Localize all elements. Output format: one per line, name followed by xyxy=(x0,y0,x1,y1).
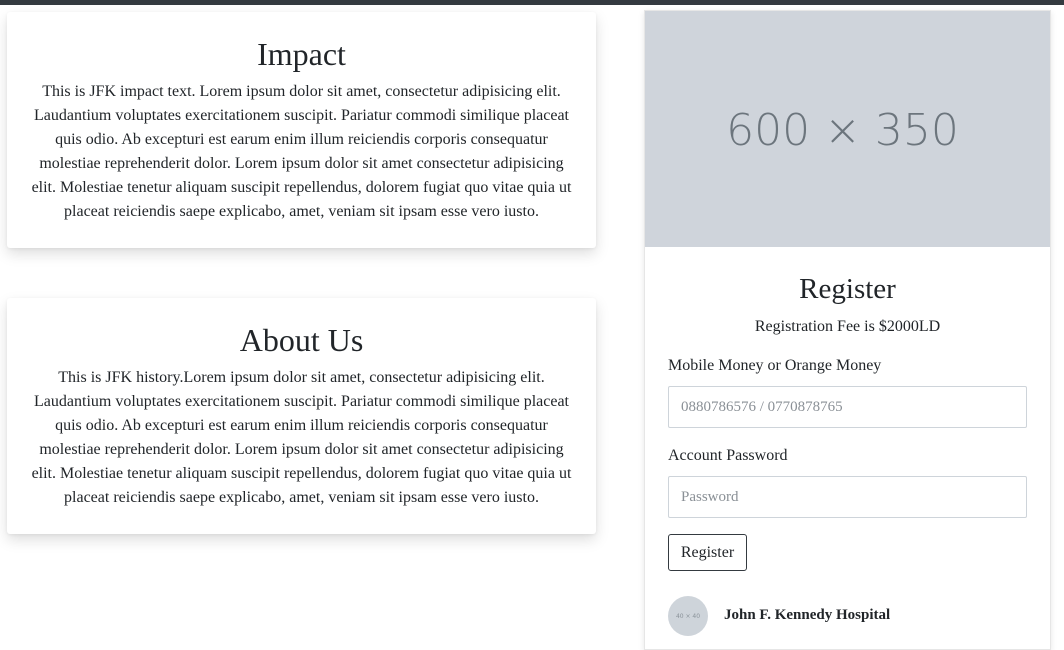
registration-fee: Registration Fee is $2000LD xyxy=(754,318,941,335)
impact-title: Impact xyxy=(257,36,346,72)
placeholder-image: 600 × 350 xyxy=(645,11,1050,247)
hospital-name: John F. Kennedy Hospital xyxy=(724,607,891,623)
mobile-money-label: Mobile Money or Orange Money xyxy=(668,357,882,374)
placeholder-image-label: 600 × 350 xyxy=(726,104,959,156)
account-password-label: Account Password xyxy=(668,447,788,464)
impact-card: Impact This is JFK impact text. Lorem ip… xyxy=(7,12,596,248)
account-password-input[interactable] xyxy=(668,476,1027,518)
about-title: About Us xyxy=(239,322,364,358)
register-card: 600 × 350 Register Registration Fee is $… xyxy=(644,10,1051,650)
impact-text: This is JFK impact text. Lorem ipsum dol… xyxy=(31,83,572,220)
register-title: Register xyxy=(799,273,896,305)
top-bar xyxy=(0,0,1064,5)
about-text: This is JFK history.Lorem ipsum dolor si… xyxy=(31,369,572,506)
register-button[interactable]: Register xyxy=(668,534,747,571)
avatar: 40 × 40 xyxy=(668,596,708,636)
about-card: About Us This is JFK history.Lorem ipsum… xyxy=(7,298,596,534)
avatar-placeholder-label: 40 × 40 xyxy=(675,612,701,620)
mobile-money-input[interactable] xyxy=(668,386,1027,428)
